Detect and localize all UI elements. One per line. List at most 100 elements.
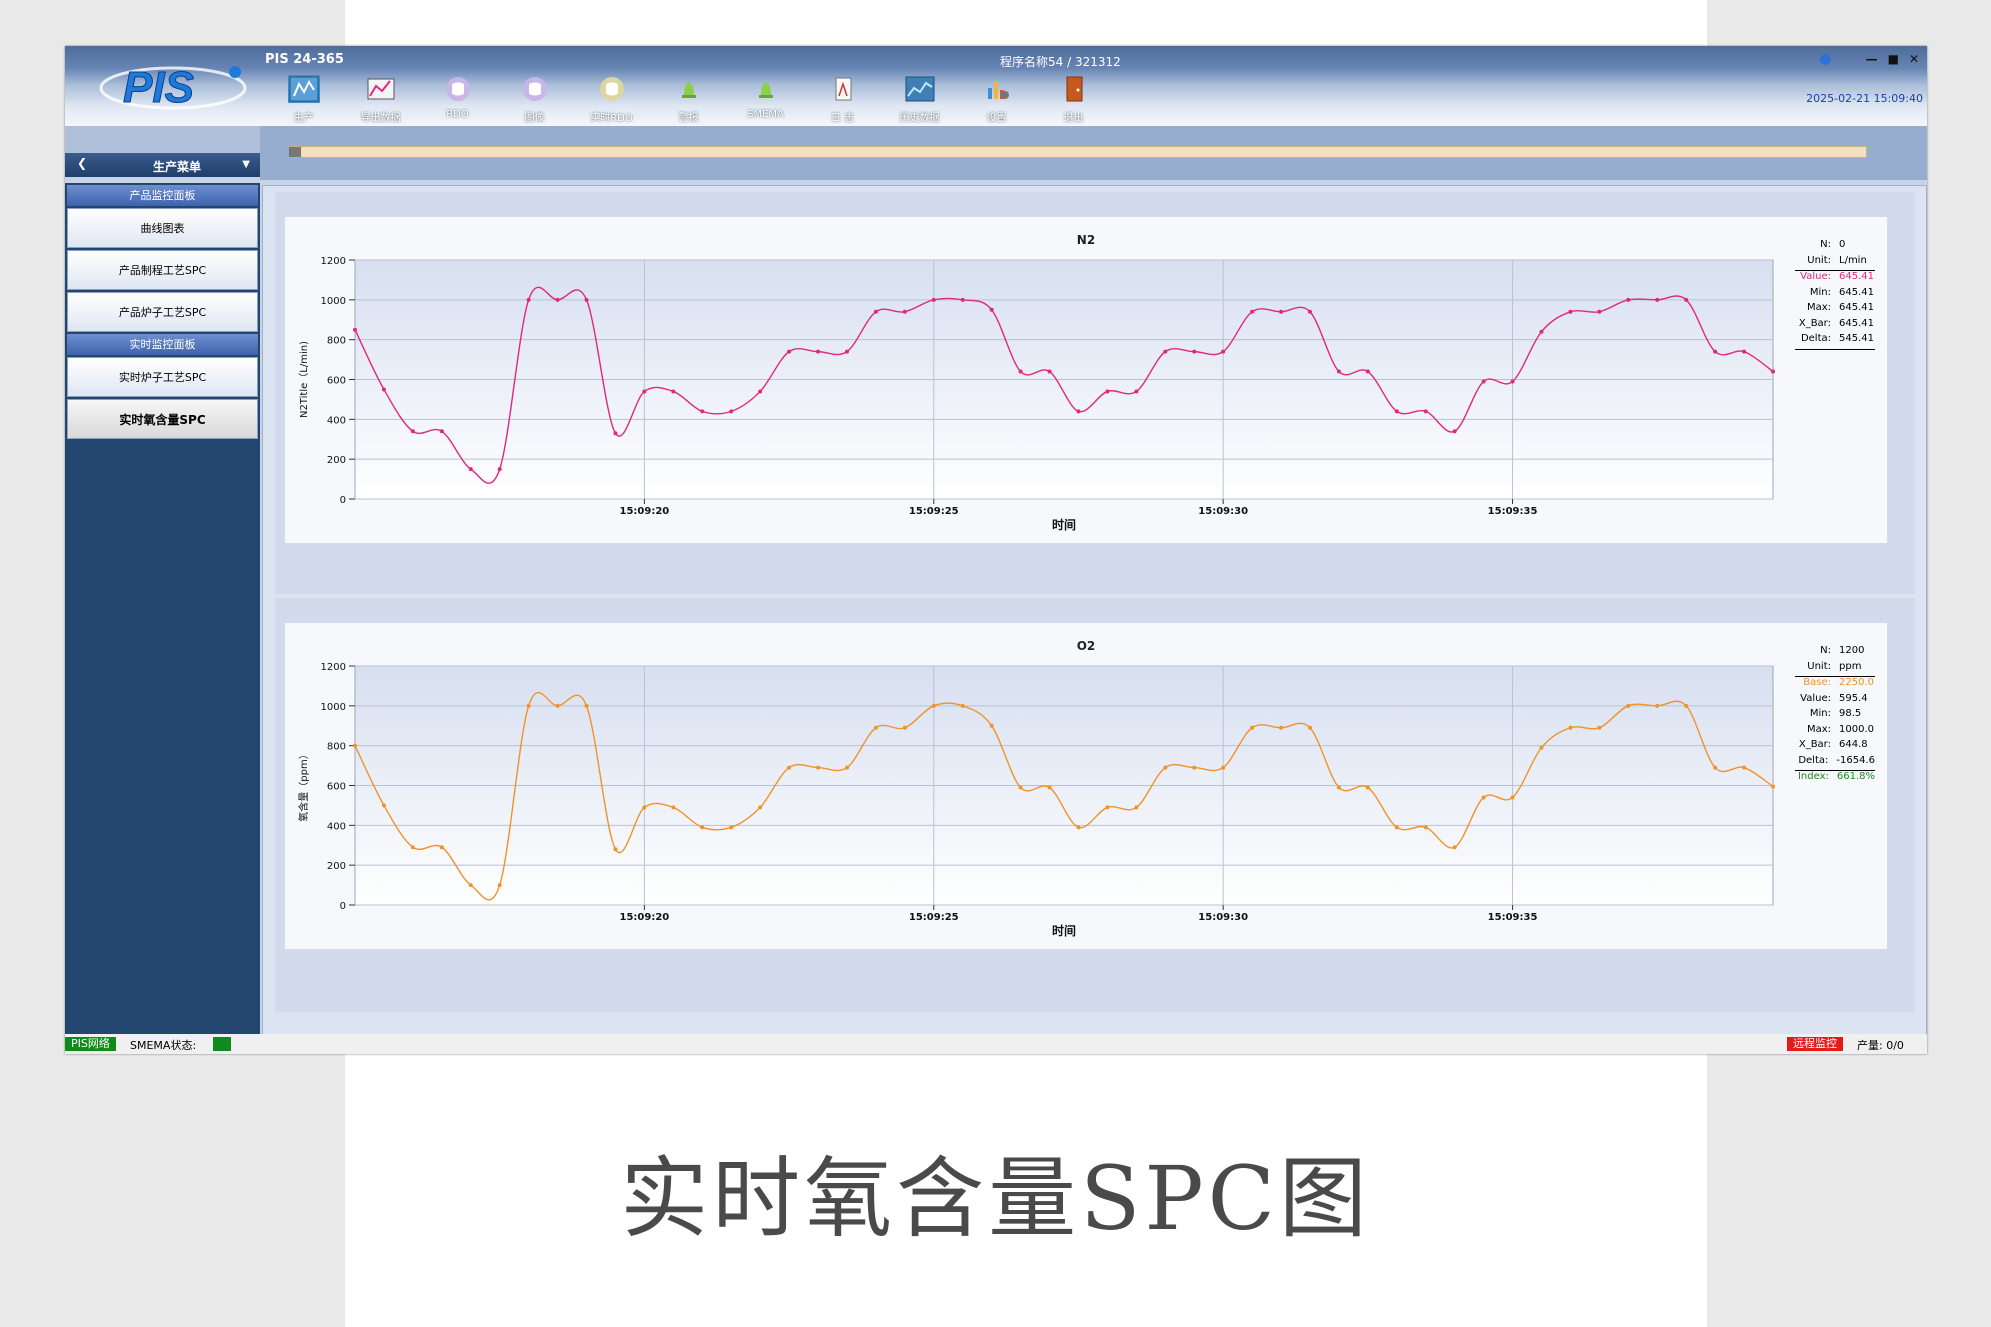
o2-stats-legend: N: 1200 Unit: ppm Base: 2250.0 Value: 595.4 Min:… <box>1795 645 1875 787</box>
data-point <box>1163 765 1168 770</box>
stat-row: Delta: 545.41 <box>1795 333 1875 350</box>
stat-key: Delta: <box>1798 754 1829 766</box>
toolbar-realtime-rdo-button[interactable]: 实时RDO <box>573 76 650 126</box>
production-menu-header[interactable]: ❮ 生产菜单 ▼ <box>65 153 260 177</box>
minimize-icon[interactable]: — <box>1866 52 1878 66</box>
data-point <box>1481 379 1486 384</box>
x-tick-label: 15:09:20 <box>620 912 670 923</box>
toolbar-log-button[interactable]: 日 志 <box>804 76 881 126</box>
data-point <box>816 349 821 354</box>
data-point <box>1076 409 1081 414</box>
progress-area <box>260 126 1927 180</box>
toolbar-production-button[interactable]: 生产 <box>265 75 342 126</box>
data-point <box>526 297 531 302</box>
data-point <box>1279 725 1284 730</box>
data-point <box>1597 309 1602 314</box>
data-point <box>787 765 792 770</box>
data-point <box>439 845 444 850</box>
remote-monitor-badge[interactable]: 远程监控 <box>1787 1037 1843 1051</box>
stat-value: 645.41 <box>1839 286 1874 298</box>
stat-key: Delta: <box>1800 333 1831 344</box>
data-point <box>353 327 357 332</box>
alarm-bell-icon <box>681 82 696 98</box>
data-point <box>1105 389 1110 394</box>
stat-key: N: <box>1820 239 1831 250</box>
sidebar: 产品监控面板 曲线图表 产品制程工艺SPC 产品炉子工艺SPC 实时监控面板 实… <box>65 183 260 1034</box>
stat-row: Min: 98.5 <box>1795 708 1875 724</box>
toolbar-export-button[interactable]: 导出数据 <box>342 76 419 126</box>
x-tick-label: 15:09:30 <box>1198 506 1248 517</box>
toolbar-settings-button[interactable]: 设置 <box>958 76 1035 126</box>
data-point <box>381 803 386 808</box>
stat-row: X_Bar: 644.8 <box>1795 739 1875 755</box>
status-bar: PIS网络 SMEMA状态: 远程监控 产量: 0/0 <box>65 1034 1927 1054</box>
data-point <box>1423 825 1428 830</box>
stat-key: Max: <box>1806 302 1831 313</box>
close-icon[interactable]: ✕ <box>1909 52 1919 66</box>
data-point <box>902 725 907 730</box>
stat-value: 545.41 <box>1839 333 1874 344</box>
sidebar-item-furnace-spc[interactable]: 产品炉子工艺SPC <box>67 292 258 332</box>
stat-value: -1654.6 <box>1836 754 1875 766</box>
stat-value: 645.41 <box>1839 317 1874 329</box>
x-tick-label: 15:09:35 <box>1488 912 1538 923</box>
toolbar-rdo-button[interactable]: RDO <box>419 76 496 126</box>
data-point <box>758 389 763 394</box>
realtime-database-icon <box>599 77 624 101</box>
y-tick-label: 1200 <box>321 256 346 267</box>
app-window: PIS PIS 24-365 程序名称54 / 321312 ● — ■ ✕ 2… <box>65 46 1927 1054</box>
stat-value: 0 <box>1839 239 1846 250</box>
data-point <box>1192 349 1197 354</box>
o2-chart: 0 200 400 600 800 1000 1200 15:09:20 15:09:25 15:… <box>285 623 1887 949</box>
user-icon[interactable]: ● <box>1819 51 1831 67</box>
progress-handle[interactable] <box>289 147 301 157</box>
x-axis-label: 时间 <box>1052 517 1076 532</box>
collapse-left-icon[interactable]: ❮ <box>77 156 87 170</box>
stat-value: L/min <box>1839 254 1867 266</box>
sidebar-item-process-spc[interactable]: 产品制程工艺SPC <box>67 250 258 290</box>
data-point <box>1307 725 1312 730</box>
data-point <box>1192 765 1197 770</box>
sidebar-group-product-monitor[interactable]: 产品监控面板 <box>67 185 258 206</box>
toolbar-alarm-button[interactable]: 警报 <box>650 76 727 126</box>
toolbar-label: 退出 <box>1063 113 1084 124</box>
sidebar-group-realtime-monitor[interactable]: 实时监控面板 <box>67 334 258 355</box>
program-name: 程序名称54 / 321312 <box>1000 55 1121 69</box>
sidebar-item-curve-chart[interactable]: 曲线图表 <box>67 208 258 248</box>
dropdown-triangle-icon[interactable]: ▼ <box>242 159 250 170</box>
data-point <box>381 387 386 392</box>
data-point <box>902 309 907 314</box>
data-point <box>960 297 965 302</box>
sidebar-item-realtime-furnace-spc[interactable]: 实时炉子工艺SPC <box>67 357 258 397</box>
o2-chart-title: O2 <box>1076 639 1096 653</box>
data-point <box>555 703 560 708</box>
stat-key: Unit: <box>1807 660 1831 672</box>
data-point <box>613 847 618 852</box>
stat-key: Max: <box>1806 723 1831 735</box>
database-icon <box>445 77 470 101</box>
data-point <box>1336 369 1341 374</box>
stat-value: 98.5 <box>1839 708 1862 719</box>
maximize-icon[interactable]: ■ <box>1888 52 1899 66</box>
toolbar-exit-button[interactable]: 退出 <box>1035 76 1112 126</box>
toolbar-smema-button[interactable]: SMEMA <box>727 76 804 126</box>
y-tick-label: 200 <box>327 455 346 466</box>
data-point <box>1018 785 1023 790</box>
stat-row: Value: 645.41 <box>1795 271 1875 287</box>
toolbar-history-button[interactable]: 历史数据 <box>881 76 958 126</box>
o2-chart-svg: 0 200 400 600 800 1000 1200 15:09:20 15:09:25 15:… <box>297 662 1775 938</box>
stat-value: 1000.0 <box>1839 723 1874 735</box>
data-point <box>1134 389 1139 394</box>
data-point <box>989 723 994 728</box>
data-point <box>497 883 502 888</box>
data-point <box>526 703 531 708</box>
window-controls: ● — ■ ✕ <box>1819 51 1919 67</box>
sidebar-item-realtime-oxygen-spc[interactable]: 实时氧含量SPC <box>67 399 258 439</box>
data-point <box>1105 805 1110 810</box>
toolbar-image-button[interactable]: 图像 <box>496 76 573 126</box>
data-point <box>816 765 821 770</box>
stat-row: Min: 645.41 <box>1795 287 1875 303</box>
data-point <box>1655 703 1660 708</box>
stat-value: 595.4 <box>1839 692 1868 704</box>
x-tick-label: 15:09:20 <box>620 506 670 517</box>
